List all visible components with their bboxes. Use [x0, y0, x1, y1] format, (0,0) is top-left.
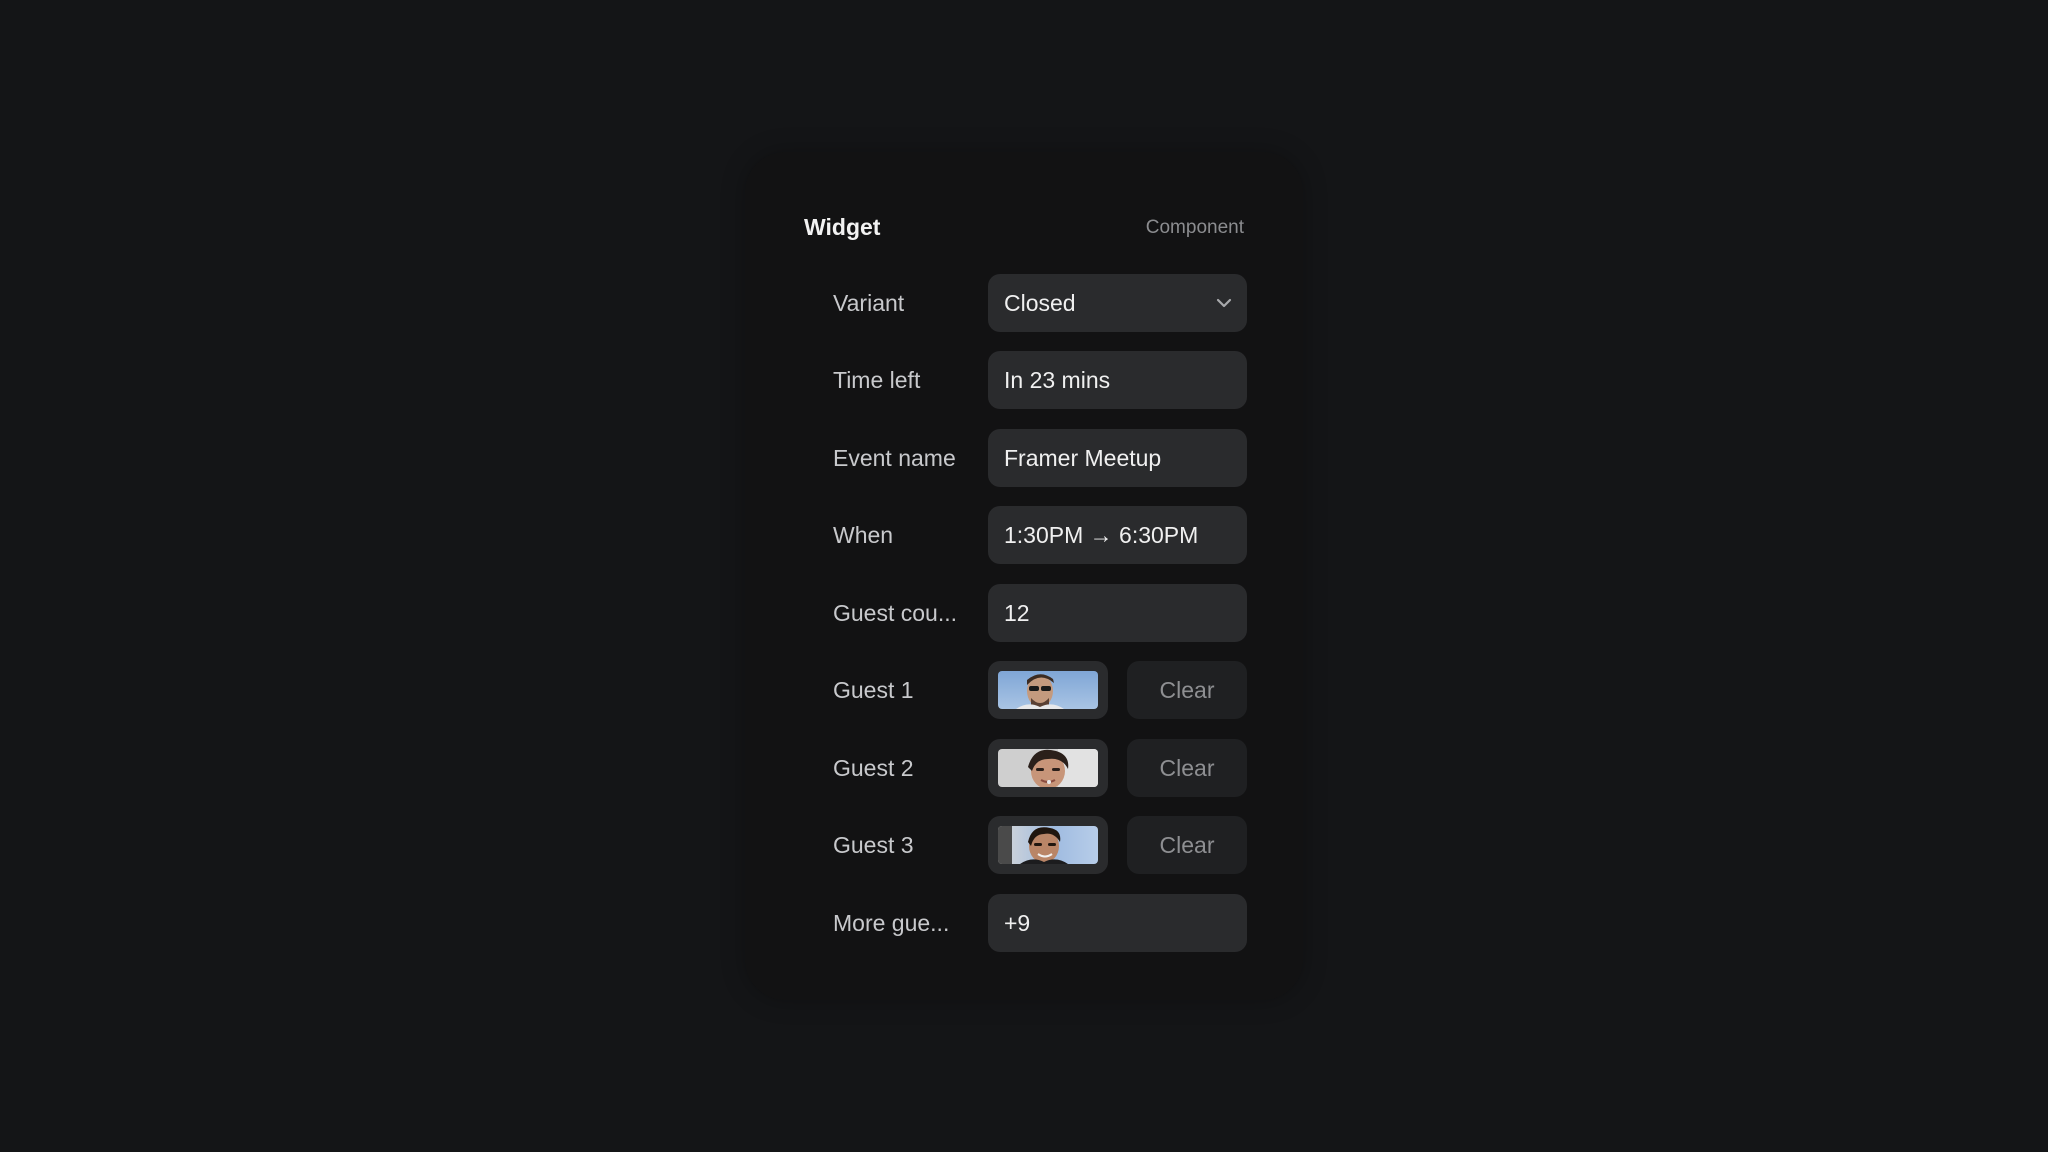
property-row-more-guests: More gue... +9	[745, 894, 1303, 952]
property-row-guest-2: Guest 2 Clear	[745, 739, 1303, 797]
guest-2-photo	[998, 749, 1098, 787]
property-row-guest-1: Guest 1 Clear	[745, 661, 1303, 719]
guest-1-clear-button[interactable]: Clear	[1127, 661, 1247, 719]
guest-2-clear-button[interactable]: Clear	[1127, 739, 1247, 797]
property-row-time-left: Time left In 23 mins	[745, 351, 1303, 409]
property-label: Time left	[833, 367, 921, 393]
guest-count-input[interactable]: 12	[988, 584, 1247, 642]
property-label: Guest 2	[833, 755, 914, 781]
panel-header: Widget Component	[804, 212, 1244, 242]
properties-panel: Widget Component Variant Closed Time lef…	[745, 152, 1303, 1000]
panel-type-label: Component	[1145, 217, 1244, 238]
variant-dropdown[interactable]: Closed	[988, 274, 1247, 332]
guest-2-image-picker[interactable]	[988, 739, 1108, 797]
guest-3-photo	[998, 826, 1098, 864]
property-row-guest-3: Guest 3 Clear	[745, 816, 1303, 874]
guest-1-photo	[998, 671, 1098, 709]
guest-3-clear-button[interactable]: Clear	[1127, 816, 1247, 874]
guest-3-image-picker[interactable]	[988, 816, 1108, 874]
variant-value: Closed	[1004, 290, 1076, 316]
property-label: Variant	[833, 290, 905, 316]
more-guests-input[interactable]: +9	[988, 894, 1247, 952]
property-label: When	[833, 522, 894, 548]
when-input[interactable]: 1:30PM → 6:30PM	[988, 506, 1247, 564]
property-row-event-name: Event name Framer Meetup	[745, 429, 1303, 487]
property-label: Event name	[833, 445, 956, 471]
event-name-input[interactable]: Framer Meetup	[988, 429, 1247, 487]
time-left-input[interactable]: In 23 mins	[988, 351, 1247, 409]
guest-1-image-picker[interactable]	[988, 661, 1108, 719]
property-row-variant: Variant Closed	[745, 274, 1303, 332]
property-label: More gue...	[833, 910, 950, 936]
property-row-guest-count: Guest cou... 12	[745, 584, 1303, 642]
property-row-when: When 1:30PM → 6:30PM	[745, 506, 1303, 564]
property-label: Guest 3	[833, 832, 914, 858]
panel-title: Widget	[804, 214, 881, 240]
property-label: Guest 1	[833, 677, 914, 703]
property-label: Guest cou...	[833, 600, 958, 626]
chevron-down-icon	[1216, 298, 1232, 308]
